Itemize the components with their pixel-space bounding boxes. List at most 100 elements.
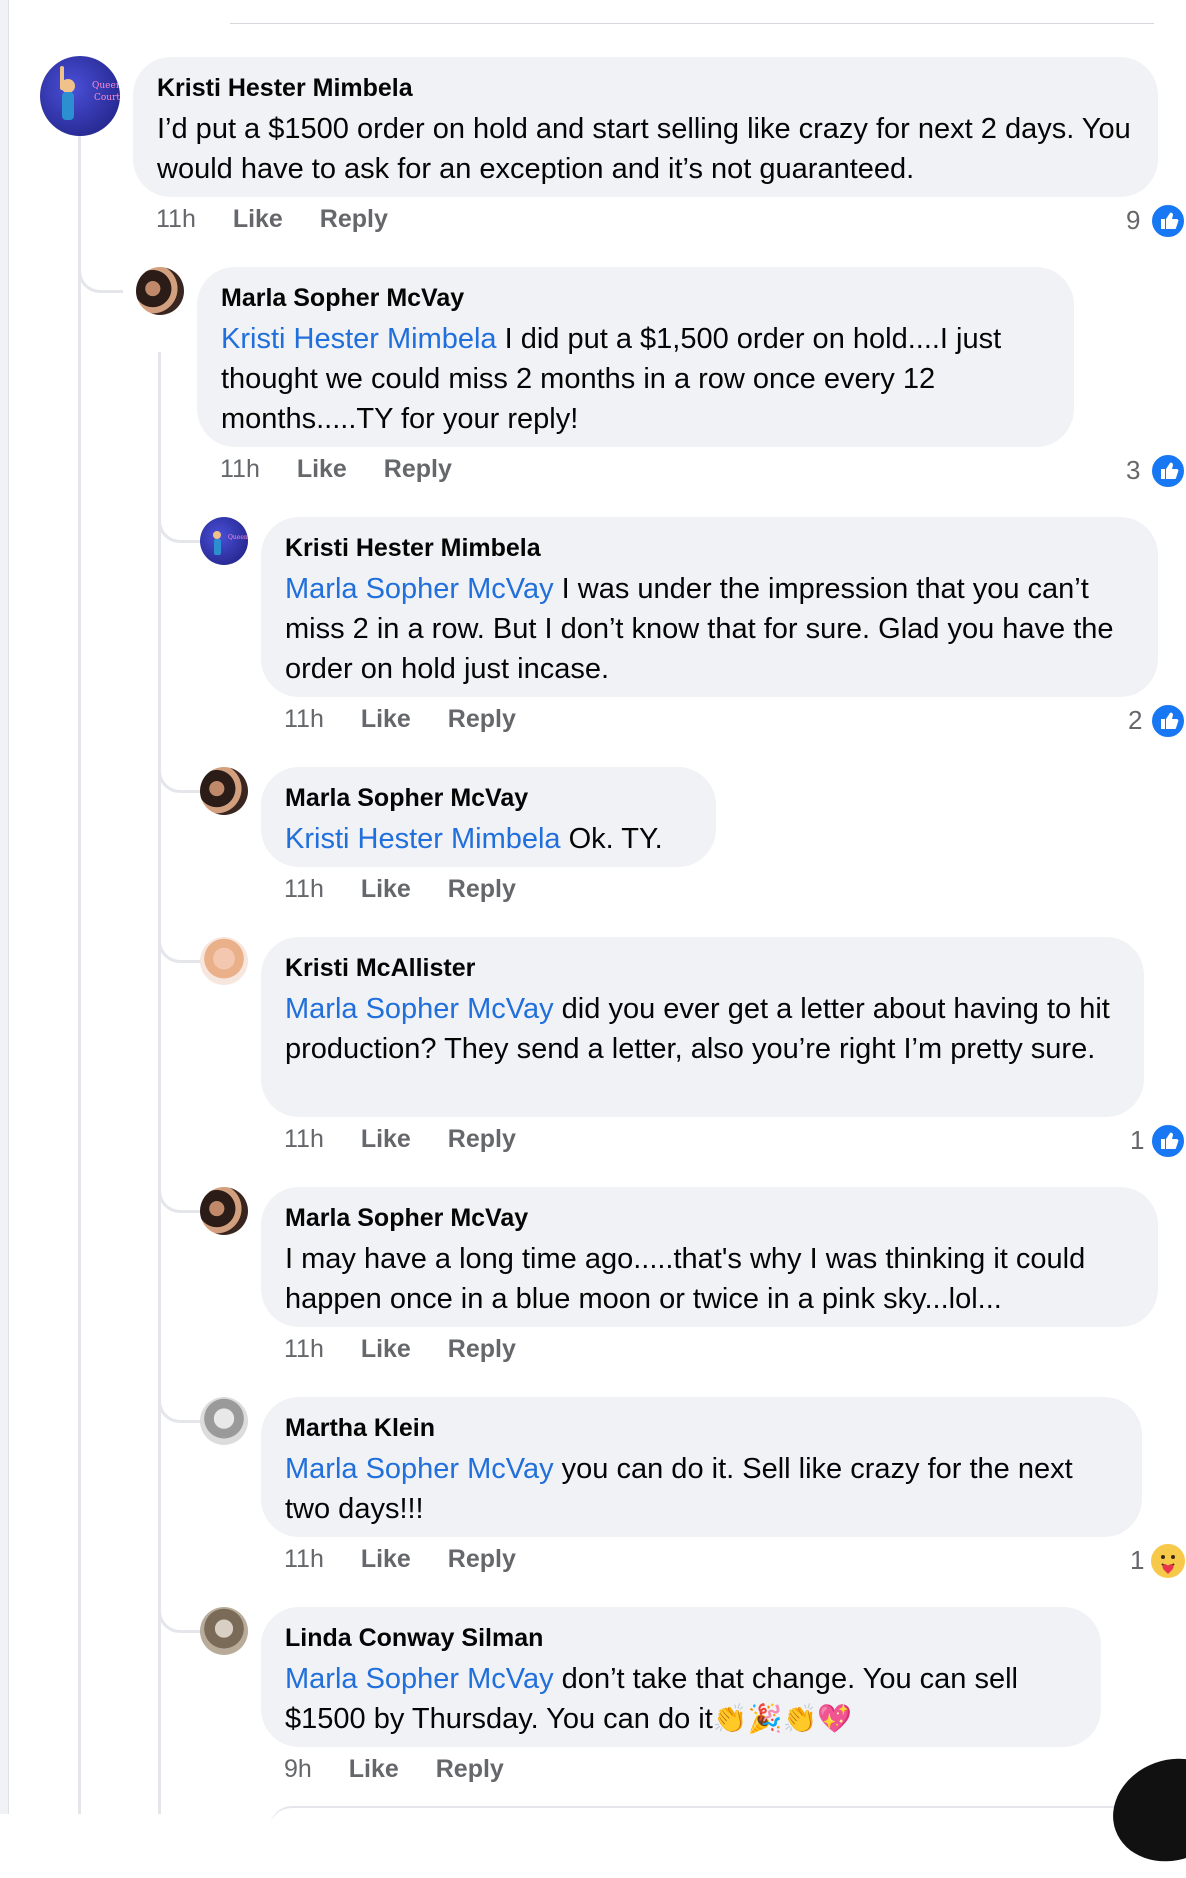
next-comment-bubble-edge [270, 1806, 1150, 1828]
comment-actions: 11h Like Reply [156, 205, 388, 234]
like-button[interactable]: Like [361, 1545, 411, 1574]
comment-text: Marla Sopher McVay did you ever get a le… [285, 989, 1120, 1069]
thumbs-up-icon[interactable] [1150, 1123, 1186, 1159]
comment-bubble: Marla Sopher McVay Kristi Hester Mimbela… [261, 767, 716, 867]
comment-author[interactable]: Kristi Hester Mimbela [157, 73, 1134, 103]
reply-button[interactable]: Reply [448, 1545, 516, 1574]
like-button[interactable]: Like [361, 705, 411, 734]
thread-elbow [158, 1160, 203, 1213]
comment-actions: 11h Like Reply [284, 1125, 516, 1154]
mention-link[interactable]: Kristi Hester Mimbela [221, 323, 497, 355]
comment-author[interactable]: Kristi McAllister [285, 953, 1120, 983]
reply-button[interactable]: Reply [448, 1335, 516, 1364]
comment-actions: 11h Like Reply [284, 1335, 516, 1364]
reaction-count[interactable]: 1 [1130, 1545, 1144, 1576]
reply-button[interactable]: Reply [448, 705, 516, 734]
mention-link[interactable]: Marla Sopher McVay [285, 993, 554, 1025]
avatar[interactable]: Queen's Court [40, 56, 120, 136]
comment-actions: 11h Like Reply [284, 875, 516, 904]
mention-link[interactable]: Marla Sopher McVay [285, 1453, 554, 1485]
like-button[interactable]: Like [349, 1755, 399, 1784]
reply-button[interactable]: Reply [320, 205, 388, 234]
reaction-count[interactable]: 2 [1128, 705, 1142, 736]
svg-text:Court: Court [94, 93, 120, 103]
reply-button[interactable]: Reply [436, 1755, 504, 1784]
comment-text: I’d put a $1500 order on hold and start … [157, 109, 1134, 189]
comment-text-body: Ok. TY. [560, 823, 663, 855]
comment-actions: 11h Like Reply [284, 1545, 516, 1574]
comment-time[interactable]: 11h [220, 455, 260, 484]
comment-text: Kristi Hester Mimbela Ok. TY. [285, 819, 692, 859]
comment-text: Marla Sopher McVay you can do it. Sell l… [285, 1449, 1118, 1529]
comment-bubble: Linda Conway Silman Marla Sopher McVay d… [261, 1607, 1101, 1747]
avatar[interactable]: Queen's [200, 517, 248, 565]
comment-text: Marla Sopher McVay I was under the impre… [285, 569, 1134, 689]
avatar[interactable] [200, 1397, 248, 1445]
like-button[interactable]: Like [361, 1335, 411, 1364]
avatar[interactable] [200, 1607, 248, 1655]
svg-text:Queen's: Queen's [92, 81, 120, 91]
like-button[interactable]: Like [361, 1125, 411, 1154]
like-button[interactable]: Like [233, 205, 283, 234]
comment-text-body: I’d put a $1500 order on hold and start … [157, 113, 1131, 185]
reply-button[interactable]: Reply [384, 455, 452, 484]
comment-text-body: I may have a long time ago.....that's wh… [285, 1243, 1086, 1315]
reaction-count[interactable]: 9 [1126, 205, 1140, 236]
comment-bubble: Kristi McAllister Marla Sopher McVay did… [261, 937, 1144, 1117]
avatar-image: Queen's [213, 531, 248, 555]
comment-bubble: Marla Sopher McVay I may have a long tim… [261, 1187, 1158, 1327]
thread-elbow [158, 910, 203, 963]
comment-actions: 9h Like Reply [284, 1755, 504, 1784]
top-divider [230, 23, 1154, 24]
comment-text: I may have a long time ago.....that's wh… [285, 1239, 1134, 1319]
thumbs-up-icon[interactable] [1150, 203, 1186, 239]
left-rail-border [8, 0, 9, 1814]
mention-link[interactable]: Marla Sopher McVay [285, 1663, 554, 1695]
comment-author[interactable]: Marla Sopher McVay [221, 283, 1050, 313]
comment-text: Kristi Hester Mimbela I did put a $1,500… [221, 319, 1050, 439]
mention-link[interactable]: Marla Sopher McVay [285, 573, 554, 605]
mention-link[interactable]: Kristi Hester Mimbela [285, 823, 561, 855]
comment-bubble: Martha Klein Marla Sopher McVay you can … [261, 1397, 1142, 1537]
thumbs-up-icon[interactable] [1150, 703, 1186, 739]
comment-bubble: Kristi Hester Mimbela Marla Sopher McVay… [261, 517, 1158, 697]
comment-author[interactable]: Linda Conway Silman [285, 1623, 1077, 1653]
comment-time[interactable]: 9h [284, 1755, 312, 1784]
avatar[interactable] [200, 1187, 248, 1235]
comment-author[interactable]: Marla Sopher McVay [285, 783, 692, 813]
emoji-sequence: 👏🎉👏💖 [712, 1702, 853, 1735]
reply-button[interactable]: Reply [448, 875, 516, 904]
comment-time[interactable]: 11h [156, 205, 196, 234]
comment-author[interactable]: Marla Sopher McVay [285, 1203, 1134, 1233]
thread-elbow [158, 1370, 203, 1423]
thread-elbow [158, 740, 203, 793]
comment-bubble: Marla Sopher McVay Kristi Hester Mimbela… [197, 267, 1074, 447]
comment-author[interactable]: Martha Klein [285, 1413, 1118, 1443]
avatar[interactable] [136, 267, 184, 315]
thread-line-main [78, 136, 81, 1814]
comment-time[interactable]: 11h [284, 1125, 324, 1154]
comment-time[interactable]: 11h [284, 875, 324, 904]
svg-text:Queen's: Queen's [228, 534, 248, 541]
reply-button[interactable]: Reply [448, 1125, 516, 1154]
reaction-count[interactable]: 1 [1130, 1125, 1144, 1156]
comment-text: Marla Sopher McVay don’t take that chang… [285, 1659, 1077, 1739]
avatar-image: Queen's Court [60, 66, 120, 120]
like-button[interactable]: Like [297, 455, 347, 484]
like-button[interactable]: Like [361, 875, 411, 904]
avatar[interactable] [200, 767, 248, 815]
comment-time[interactable]: 11h [284, 705, 324, 734]
comment-actions: 11h Like Reply [284, 705, 516, 734]
thread-elbow [158, 490, 203, 543]
avatar[interactable] [200, 937, 248, 985]
comment-actions: 11h Like Reply [220, 455, 452, 484]
care-hug-icon[interactable] [1149, 1542, 1186, 1580]
comment-time[interactable]: 11h [284, 1335, 324, 1364]
thread-elbow [158, 1580, 203, 1633]
reaction-count[interactable]: 3 [1126, 455, 1140, 486]
thread-elbow [78, 240, 123, 293]
thumbs-up-icon[interactable] [1150, 453, 1186, 489]
comment-bubble: Kristi Hester Mimbela I’d put a $1500 or… [133, 57, 1158, 197]
comment-author[interactable]: Kristi Hester Mimbela [285, 533, 1134, 563]
comment-time[interactable]: 11h [284, 1545, 324, 1574]
